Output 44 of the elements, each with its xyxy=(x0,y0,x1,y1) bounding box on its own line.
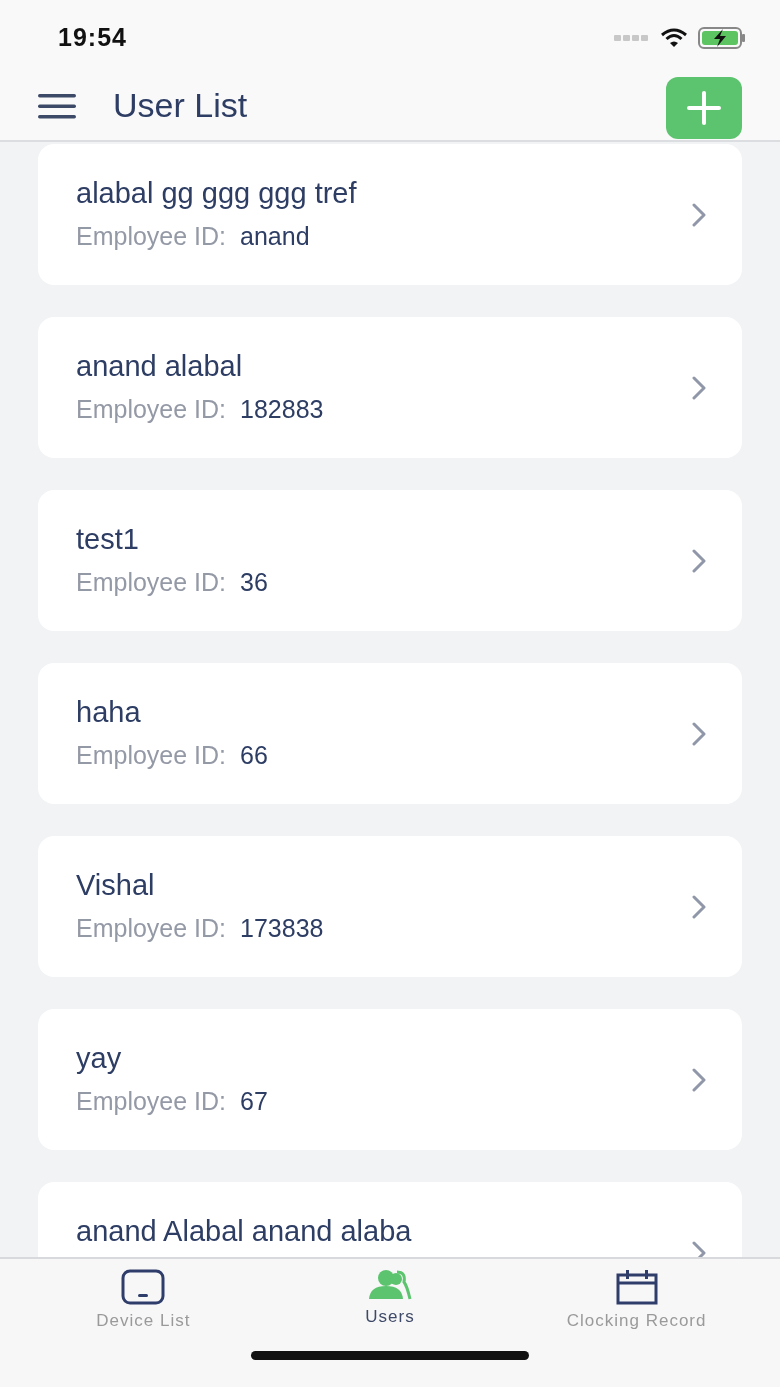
employee-id: 173838 xyxy=(240,914,324,943)
tab[interactable]: Users xyxy=(280,1269,500,1331)
user-name: anand Alabal anand alaba xyxy=(76,1214,413,1248)
user-name: Vishal xyxy=(76,868,156,902)
menu-icon[interactable] xyxy=(38,92,76,119)
chevron-icon xyxy=(692,202,706,227)
id-label: Employee ID: xyxy=(76,395,227,424)
user-card[interactable]: Vishal Employee ID: 173838 xyxy=(38,836,742,977)
wifi-icon xyxy=(660,27,688,48)
chevron-icon xyxy=(692,894,706,919)
user-name: yay xyxy=(76,1041,123,1075)
id-label: Employee ID: xyxy=(76,914,227,943)
employee-id: 36 xyxy=(240,568,268,597)
chevron-icon xyxy=(692,721,706,746)
user-name: anand alabal xyxy=(76,349,244,383)
status-time: 19:54 xyxy=(58,23,127,52)
user-name: test1 xyxy=(76,522,140,556)
user-card[interactable]: yay Employee ID: 67 xyxy=(38,1009,742,1150)
employee-id: 66 xyxy=(240,741,268,770)
user-card[interactable]: test1 Employee ID: 36 xyxy=(38,490,742,631)
id-label: Employee ID: xyxy=(76,1087,227,1116)
user-name: alabal gg ggg ggg tref xyxy=(76,176,358,210)
user-card[interactable]: anand alabal Employee ID: 182883 xyxy=(38,317,742,458)
id-label: Employee ID: xyxy=(76,741,227,770)
employee-id: anand xyxy=(240,222,310,251)
chevron-icon xyxy=(692,375,706,400)
tablet-icon xyxy=(121,1269,166,1305)
employee-id: 67 xyxy=(240,1087,268,1116)
users-icon xyxy=(368,1269,412,1301)
battery-icon xyxy=(698,26,746,49)
chevron-icon xyxy=(692,548,706,573)
user-name: haha xyxy=(76,695,142,729)
employee-id: 182883 xyxy=(240,395,324,424)
id-label: Employee ID: xyxy=(76,222,227,251)
user-card[interactable]: haha Employee ID: 66 xyxy=(38,663,742,804)
signal-icon xyxy=(614,33,650,42)
page-title: User List xyxy=(113,86,249,125)
calendar-icon xyxy=(614,1269,659,1305)
user-card[interactable]: alabal gg ggg ggg tref Employee ID: anand xyxy=(38,144,742,285)
chevron-icon xyxy=(692,1067,706,1092)
chevron-icon xyxy=(692,1240,706,1257)
id-label: Employee ID: xyxy=(76,568,227,597)
plus-icon xyxy=(685,88,723,127)
user-card[interactable]: anand Alabal anand alaba xyxy=(38,1182,742,1257)
